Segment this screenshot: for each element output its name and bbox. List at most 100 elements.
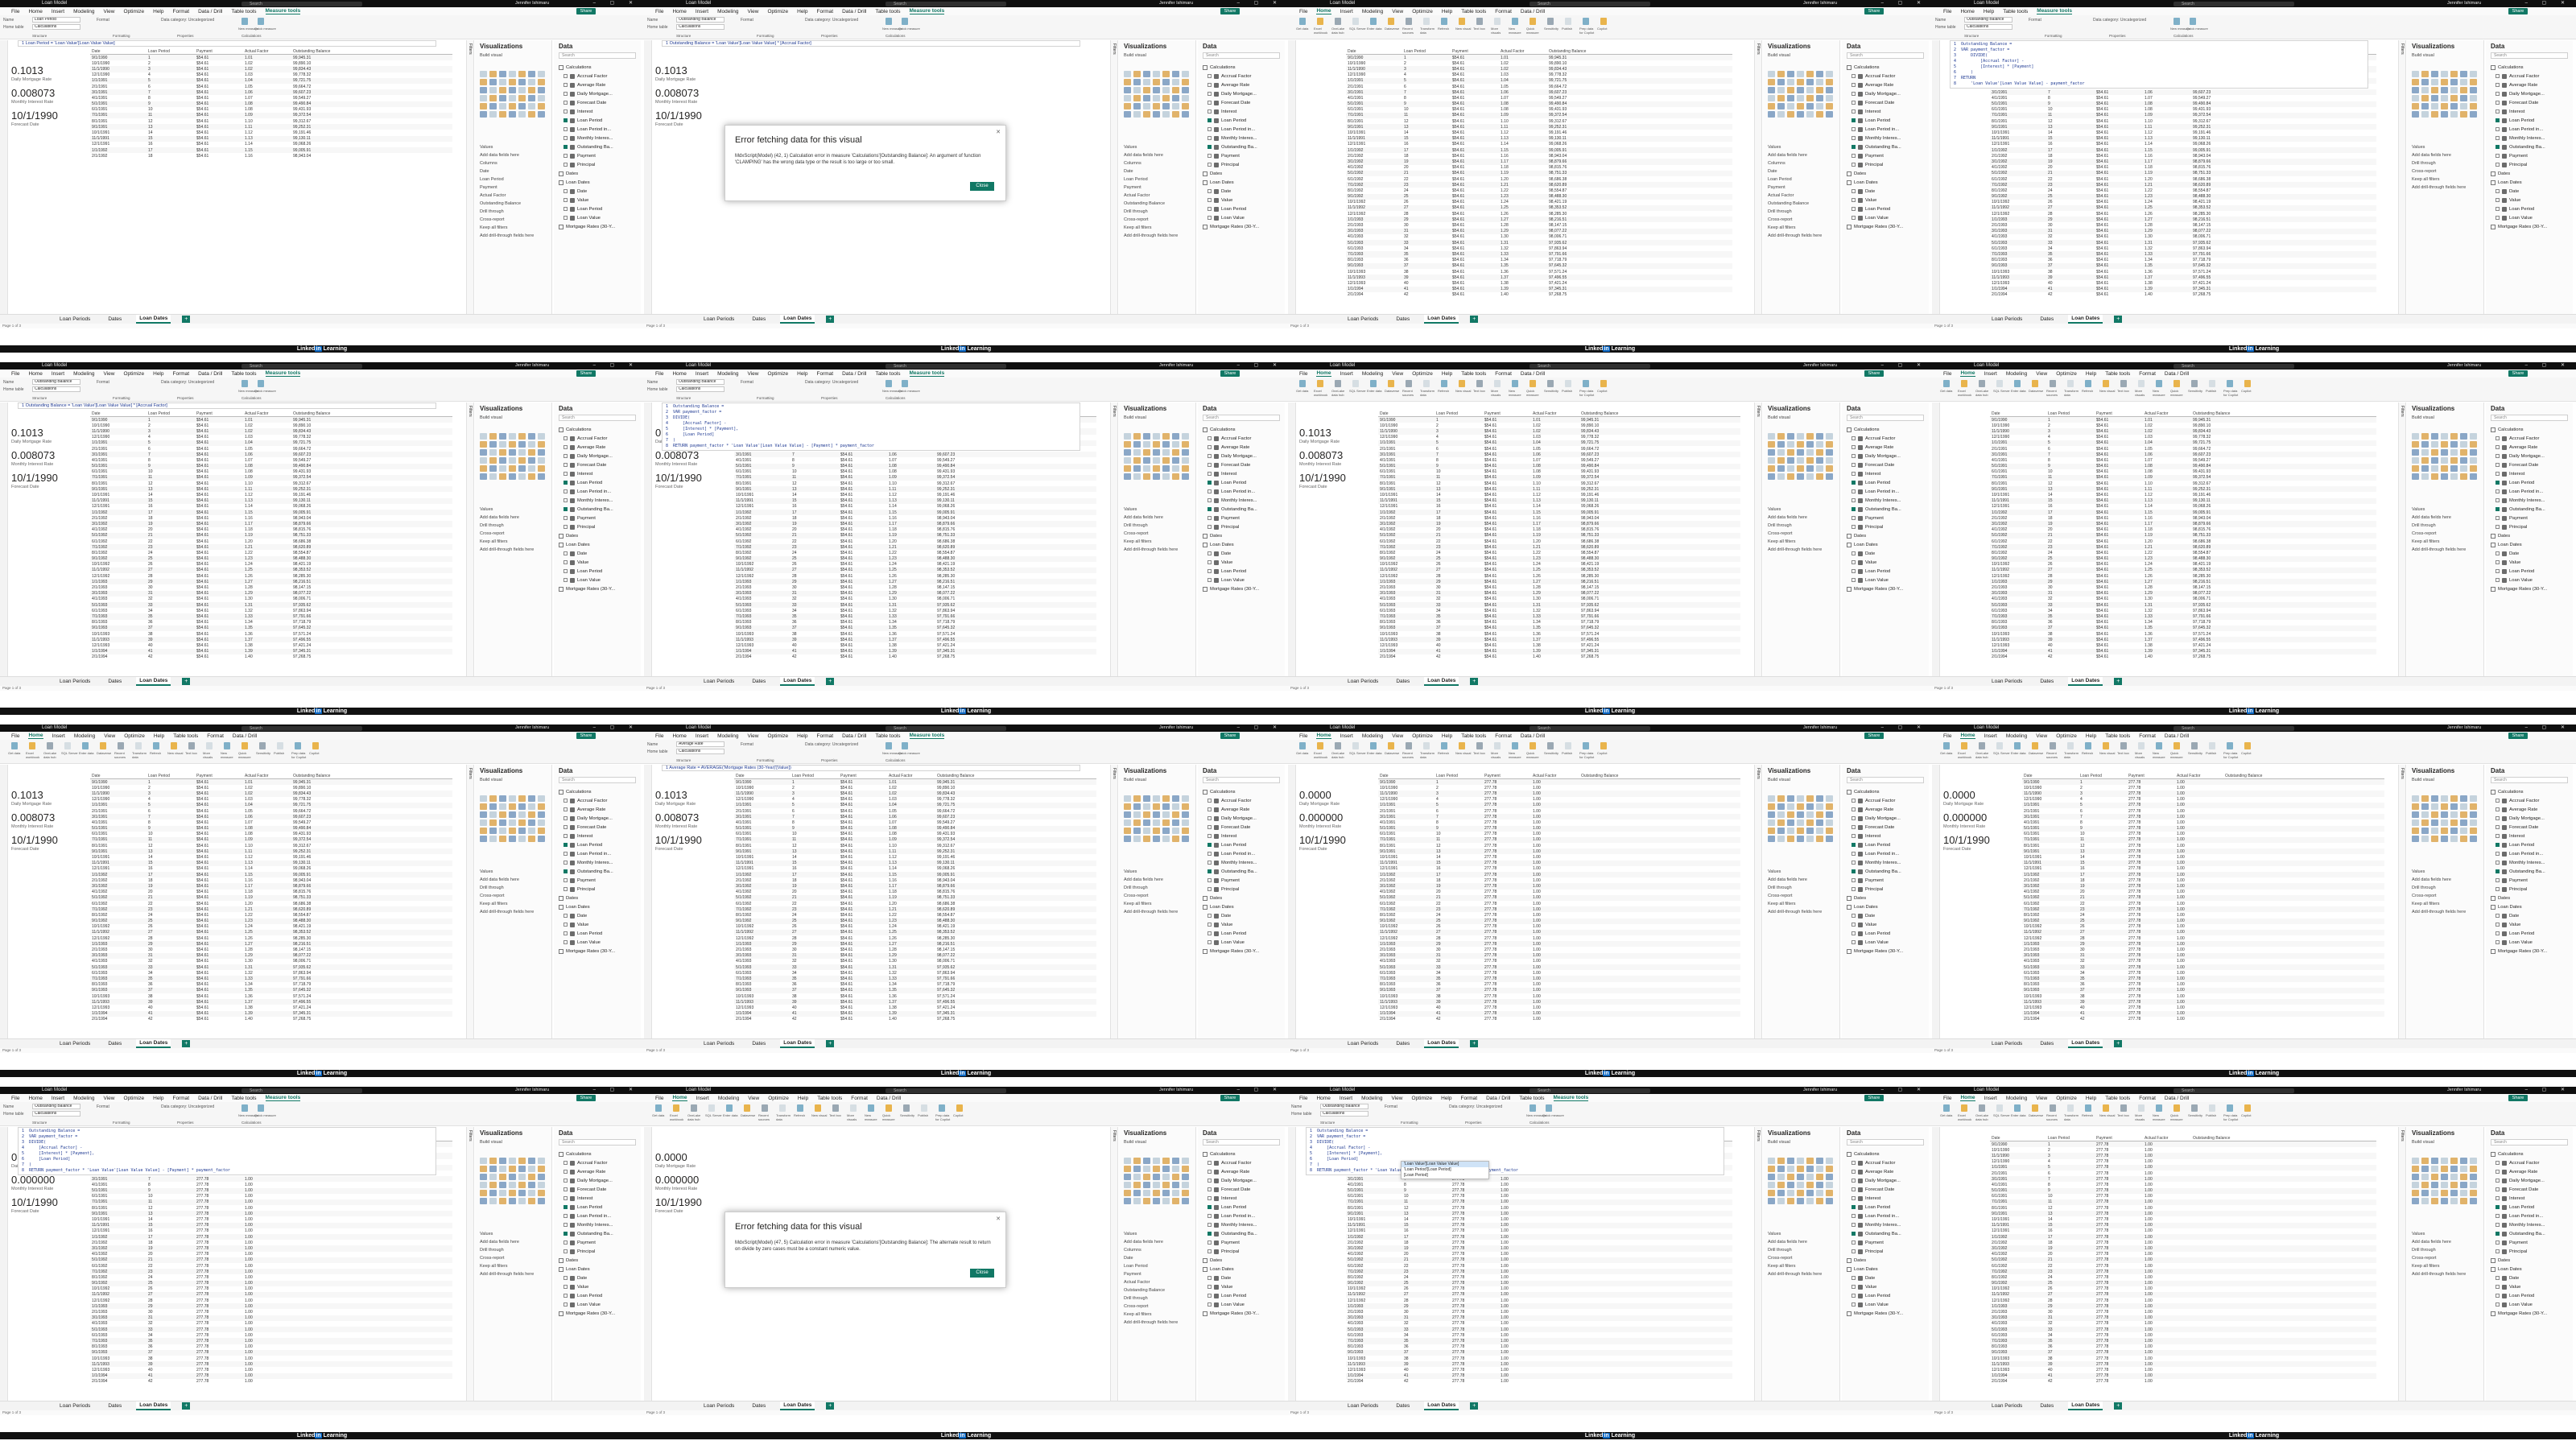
data-field[interactable]: Dates — [1847, 894, 1927, 902]
field-checkbox[interactable] — [1852, 498, 1856, 502]
measure-icon[interactable] — [2190, 18, 2196, 25]
menu-item[interactable]: Table tools — [875, 371, 900, 377]
visual-type-icon[interactable] — [1777, 441, 1785, 448]
visual-type-icon[interactable] — [1826, 473, 1833, 480]
ribbon-icon[interactable] — [2174, 380, 2180, 387]
ribbon-button-label[interactable]: OneLake data hub — [1331, 389, 1349, 397]
visual-type-icon[interactable] — [1768, 87, 1775, 93]
visual-type-icon[interactable] — [1806, 836, 1814, 842]
field-checkbox[interactable] — [1852, 463, 1856, 467]
visual-type-icon[interactable] — [489, 465, 497, 472]
visual-type-icon[interactable] — [2412, 795, 2419, 802]
visual-type-icon[interactable] — [1797, 819, 1804, 826]
view-rail[interactable] — [1932, 765, 1940, 1038]
data-field[interactable]: Loan Value — [559, 576, 639, 584]
column-header[interactable]: Actual Factor — [1499, 49, 1547, 54]
data-field[interactable]: Payment — [1847, 876, 1927, 885]
data-field[interactable]: Payment — [1203, 151, 1283, 160]
measure-icon[interactable] — [258, 380, 264, 387]
visual-type-icon[interactable] — [1787, 87, 1794, 93]
visual-type-icon[interactable] — [2460, 111, 2467, 118]
data-field[interactable]: Value — [1847, 920, 1927, 929]
measure-button-label[interactable]: Quick measure — [254, 389, 276, 393]
ribbon-button-label[interactable]: Publish — [2206, 389, 2223, 393]
visual-type-icon[interactable] — [2431, 111, 2438, 118]
visual-type-icon[interactable] — [2470, 433, 2477, 440]
visual-type-icon[interactable] — [480, 441, 487, 448]
ribbon-icon[interactable] — [1600, 742, 1607, 749]
menu-item[interactable]: File — [1299, 371, 1307, 377]
visual-type-icon[interactable] — [1806, 71, 1814, 77]
viz-field[interactable]: Drill through — [1124, 209, 1148, 214]
visual-type-icon[interactable] — [509, 87, 516, 93]
visual-type-icon[interactable] — [480, 87, 487, 93]
viz-field[interactable]: Values — [2412, 507, 2425, 512]
visual-type-icon[interactable] — [1172, 473, 1179, 480]
menu-item[interactable]: Insert — [696, 371, 708, 377]
visual-type-icon[interactable] — [1777, 836, 1785, 842]
add-page-button[interactable]: + — [826, 678, 835, 685]
visual-type-icon[interactable] — [1816, 449, 1823, 456]
viz-field[interactable]: Payment — [480, 185, 497, 190]
visual-type-icon[interactable] — [499, 465, 506, 472]
data-field[interactable]: Daily Mortgage... — [2491, 814, 2571, 823]
visual-type-icon[interactable] — [518, 795, 526, 802]
data-field[interactable]: Accrual Factor — [2491, 796, 2571, 805]
visual-type-icon[interactable] — [528, 71, 535, 77]
page-tab[interactable]: Dates — [1393, 1040, 1413, 1047]
ribbon-button-label[interactable]: Get data — [1296, 27, 1314, 31]
filters-pane[interactable]: Filters — [466, 40, 474, 314]
visual-type-icon[interactable] — [1816, 819, 1823, 826]
filters-pane[interactable]: Filters — [1110, 402, 1118, 676]
visual-type-icon[interactable] — [1124, 795, 1131, 802]
visual-type-icon[interactable] — [480, 828, 487, 834]
dax-editor[interactable]: 1 Outstanding Balance = 2 VAR payment_fa… — [1950, 40, 2368, 89]
visual-type-icon[interactable] — [509, 795, 516, 802]
visual-type-icon[interactable] — [1787, 803, 1794, 810]
visual-type-icon[interactable] — [480, 79, 487, 85]
ribbon-icon[interactable] — [312, 742, 319, 749]
ribbon-icon[interactable] — [295, 742, 301, 749]
column-header[interactable]: Payment — [839, 774, 887, 778]
page-tab[interactable]: Loan Periods — [1344, 1040, 1381, 1047]
field-checkbox[interactable] — [1852, 569, 1856, 573]
visual-type-icon[interactable] — [509, 103, 516, 109]
add-page-button[interactable]: + — [182, 678, 191, 685]
visual-type-icon[interactable] — [2412, 473, 2419, 480]
visual-type-icon[interactable] — [2412, 819, 2419, 826]
visual-type-icon[interactable] — [480, 465, 487, 472]
visual-type-icon[interactable] — [1143, 795, 1150, 802]
menu-item[interactable]: Measure tools — [265, 8, 301, 14]
viz-field[interactable]: Keep all filters — [1124, 225, 1152, 230]
ribbon-button-label[interactable]: Dataverse — [2029, 751, 2046, 755]
ribbon-icon[interactable] — [1423, 742, 1430, 749]
menu-item[interactable]: File — [1299, 9, 1307, 14]
menu-item[interactable]: Table tools — [875, 733, 900, 739]
ribbon-icon[interactable] — [1961, 380, 1967, 387]
ribbon-button-label[interactable]: Get data — [1940, 751, 1958, 755]
visual-type-icon[interactable] — [2450, 95, 2458, 101]
menu-item[interactable]: Home — [1316, 8, 1331, 14]
share-button[interactable]: Share — [1864, 8, 1884, 14]
menu-item[interactable]: Format — [2139, 371, 2156, 377]
data-field[interactable]: Average Rate — [559, 805, 639, 814]
data-field[interactable]: Value — [1847, 558, 1927, 567]
visual-type-icon[interactable] — [1826, 111, 1833, 118]
home-table-select[interactable]: Calculations — [676, 749, 724, 754]
visual-type-icon[interactable] — [1143, 103, 1150, 109]
data-field[interactable]: Forecast Date — [1847, 460, 1927, 469]
visual-type-icon[interactable] — [489, 441, 497, 448]
viz-field[interactable]: Drill through — [1124, 886, 1148, 890]
visual-type-icon[interactable] — [2431, 103, 2438, 109]
visual-type-icon[interactable] — [1768, 111, 1775, 118]
visual-type-icon[interactable] — [499, 795, 506, 802]
visual-type-icon[interactable] — [2450, 71, 2458, 77]
menu-item[interactable]: View — [747, 9, 758, 14]
data-search-input[interactable]: Search — [1203, 777, 1280, 783]
measure-icon[interactable] — [886, 380, 892, 387]
field-checkbox[interactable] — [1208, 454, 1212, 458]
ribbon-button-label[interactable]: Copilot — [1597, 389, 1615, 393]
ribbon-icon[interactable] — [153, 742, 159, 749]
visual-type-icon[interactable] — [1162, 449, 1170, 456]
menu-item[interactable]: File — [11, 733, 19, 739]
